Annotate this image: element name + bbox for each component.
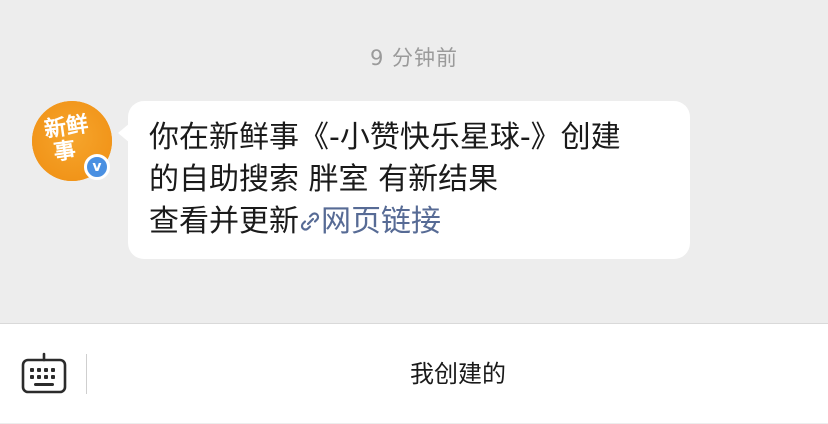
message-line-3-text: 查看并更新	[149, 204, 299, 239]
message-line-1: 你在新鲜事《-小赞快乐星球-》创建	[149, 120, 621, 155]
message-timestamp: 9 分钟前	[369, 46, 459, 70]
web-link[interactable]: 网页链接	[299, 204, 441, 239]
verified-badge-icon: v	[84, 154, 110, 180]
keyboard-toggle-button[interactable]	[18, 348, 70, 400]
message-bubble: 你在新鲜事《-小赞快乐星球-》创建 的自助搜索 胖室 有新结果 查看并更新 网页…	[118, 101, 690, 259]
bottom-bar-divider	[86, 354, 87, 394]
bottom-menu-bar: 我创建的	[0, 323, 828, 423]
menu-item-my-created[interactable]: 我创建的	[88, 324, 828, 424]
keyboard-icon	[21, 352, 67, 394]
web-link-label: 网页链接	[321, 204, 441, 239]
link-icon	[300, 212, 320, 231]
message-line-3: 查看并更新 网页链接	[149, 201, 670, 243]
message-line-2: 的自助搜索 胖室 有新结果	[149, 162, 499, 197]
chat-area: 9 分钟前 新鲜 事 v 你在新鲜事《-小赞快乐星球-》创建 的自助搜索 胖室 …	[0, 0, 828, 323]
